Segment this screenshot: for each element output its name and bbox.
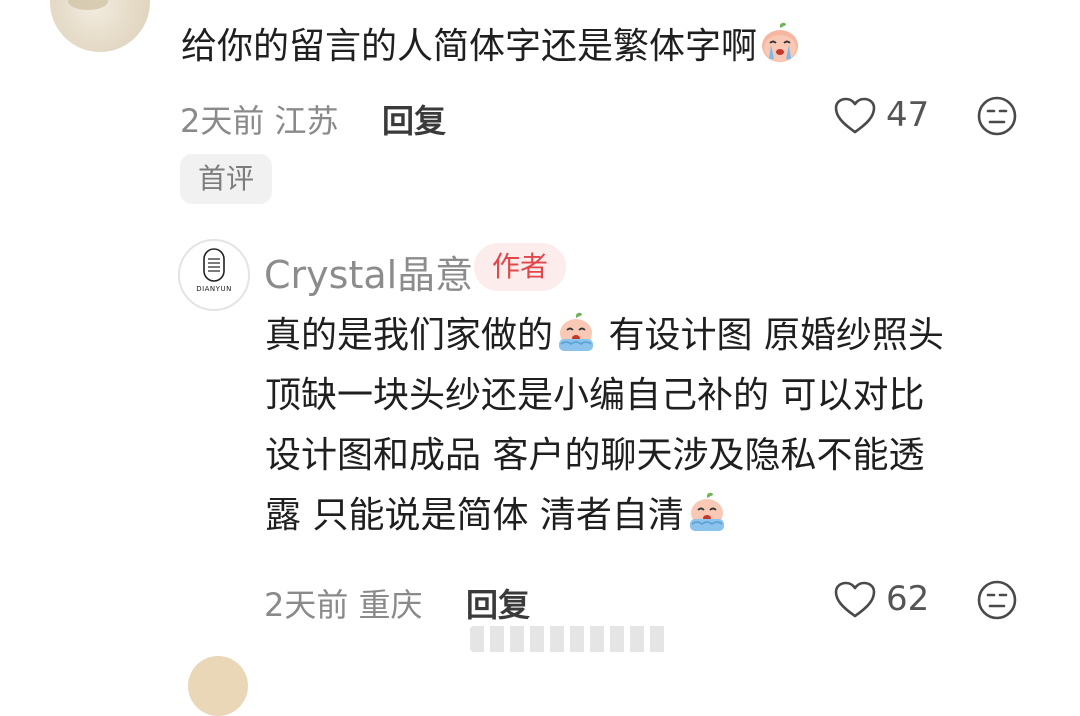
heart-icon[interactable] [834,97,876,135]
crying-peach-emoji-icon [759,22,801,64]
author-avatar[interactable]: DIANYUN [178,239,250,311]
reply-line: 设计图和成品 客户的聊天涉及隐私不能透 [265,435,925,476]
next-commenter-avatar[interactable] [188,656,248,716]
dislike-face-icon[interactable] [976,95,1018,137]
reply-reply-button[interactable]: 回复 [466,580,530,626]
comment-meta: 2天前 江苏 [180,96,339,142]
reply-username[interactable]: Crystal晶意 [264,244,473,299]
crying-peach-emoji-icon [555,311,597,353]
comment-body: 给你的留言的人简体字还是繁体字啊 [181,26,758,67]
dislike-face-icon[interactable] [976,579,1018,621]
reply-line-text: 露 只能说是简体 清者自清 [265,495,684,536]
brand-logo-icon [203,248,225,282]
author-badge: 作者 [474,243,566,291]
avatar-logo-text: DIANYUN [196,285,232,293]
reply-meta: 2天前 重庆 [264,580,423,626]
reply-line-text: 有设计图 原婚纱照头 [608,315,944,356]
comment-like-count: 47 [886,95,930,135]
comment-time: 2天前 [180,102,265,140]
reply-line: 露 只能说是简体 清者自清 [265,486,1055,546]
reply-location: 重庆 [358,586,423,624]
heart-icon[interactable] [834,581,876,619]
crying-peach-emoji-icon [686,491,728,533]
reply-text: 真的是我们家做的 有设计图 原婚纱照头 顶缺一块头纱还是小编自己补的 可以对比 … [265,306,1055,546]
reply-line-text: 真的是我们家做的 [265,315,554,356]
reply-line: 真的是我们家做的 有设计图 原婚纱照头 [265,306,1055,366]
reply-like-count: 62 [886,579,930,619]
first-comment-badge: 首评 [180,154,272,204]
comment-text: 给你的留言的人简体字还是繁体字啊 [181,22,801,67]
reply-line: 顶缺一块头纱还是小编自己补的 可以对比 [265,375,925,416]
watermark [470,626,670,652]
reply-time: 2天前 [264,586,349,624]
comment-reply-button[interactable]: 回复 [382,96,446,142]
commenter-avatar[interactable] [50,0,150,52]
comment-location: 江苏 [274,102,339,140]
